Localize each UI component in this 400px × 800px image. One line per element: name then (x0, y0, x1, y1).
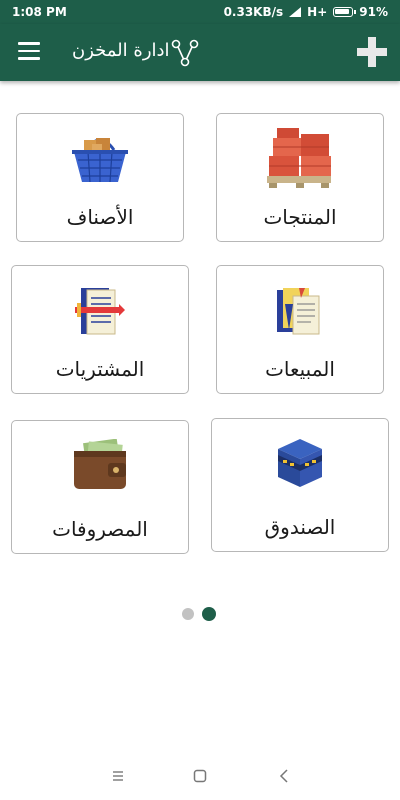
tile-cash-box[interactable]: الصندوق (211, 418, 389, 552)
tile-label: المبيعات (265, 357, 335, 381)
signal-icon (289, 7, 302, 17)
purchase-documents-icon (75, 288, 125, 335)
page-dot[interactable] (182, 608, 194, 620)
tile-label: الأصناف (66, 205, 134, 229)
page-dot-active[interactable] (202, 607, 216, 621)
page-indicator (0, 607, 400, 623)
tile-label: الصندوق (264, 515, 336, 539)
tile-purchases[interactable]: المشتريات (11, 265, 189, 394)
sales-documents-icon (277, 288, 320, 335)
tile-expenses[interactable]: المصروفات (11, 420, 189, 554)
plus-icon[interactable] (354, 34, 390, 70)
tile-sales[interactable]: المبيعات (216, 265, 384, 394)
shopping-basket-icon (72, 138, 128, 183)
network-speed: 0.33KB/s (223, 5, 284, 19)
wallet-icon (74, 439, 126, 489)
tile-categories[interactable]: الأصناف (16, 113, 184, 242)
tile-products[interactable]: المنتجات (216, 113, 384, 242)
status-bar: 1:08 PM 0.33KB/s H+ 91% (0, 0, 400, 24)
status-indicators: 0.33KB/s H+ 91% (224, 5, 388, 19)
status-time: 1:08 PM (12, 5, 67, 19)
tile-label: المنتجات (263, 205, 337, 229)
battery-level: 91% (359, 5, 388, 19)
home-icon[interactable] (190, 766, 210, 786)
app-bar: ادارة المخزن (0, 24, 400, 81)
page-title: ادارة المخزن (72, 40, 170, 61)
hamburger-menu-icon[interactable] (18, 42, 40, 60)
back-icon[interactable] (274, 766, 294, 786)
tile-label: المشتريات (55, 357, 145, 381)
signal-type: H+ (307, 5, 328, 19)
tile-label: المصروفات (52, 517, 148, 541)
cash-box-icon (278, 439, 322, 487)
battery-icon (333, 7, 357, 17)
system-nav-bar (0, 752, 400, 800)
recent-apps-icon[interactable] (108, 766, 128, 786)
share-icon[interactable] (170, 38, 200, 68)
boxes-on-pallet-icon (267, 128, 331, 188)
